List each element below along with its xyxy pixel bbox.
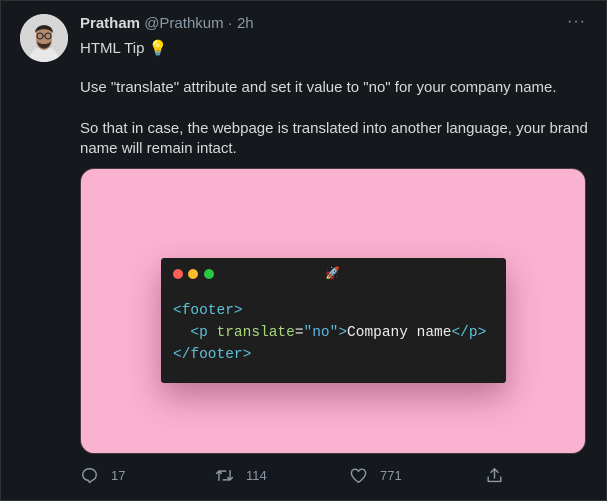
- window-close-dot: [173, 269, 183, 279]
- retweet-count: 114: [246, 467, 267, 483]
- window-maximize-dot: [204, 269, 214, 279]
- code-bracket: >: [338, 325, 348, 341]
- retweet-icon: [215, 469, 234, 481]
- retweet-button[interactable]: 114: [215, 463, 267, 487]
- code-p-open: <p: [190, 325, 208, 341]
- code-line-1: <footer>: [173, 303, 243, 319]
- reply-button[interactable]: 17: [80, 463, 125, 487]
- tweet-actions: 17 114 771: [80, 463, 590, 489]
- code-p-close: </p>: [451, 325, 487, 341]
- like-count: 771: [380, 467, 402, 483]
- code-block: <footer> <p translate="no">Company name<…: [173, 300, 486, 366]
- code-text: Company name: [347, 325, 452, 341]
- tweet-text-line-3: So that in case, the webpage is translat…: [80, 120, 588, 157]
- tweet-header: Pratham @Prathkum · 2h: [80, 15, 254, 32]
- code-attr: translate: [207, 325, 295, 341]
- avatar-image: [20, 14, 68, 62]
- window-minimize-dot: [188, 269, 198, 279]
- author-name[interactable]: Pratham: [80, 15, 140, 32]
- share-button[interactable]: [485, 463, 516, 487]
- reply-count: 17: [111, 467, 126, 483]
- code-attr-value: "no": [303, 325, 339, 341]
- tweet-text-line-1: HTML Tip 💡: [80, 40, 168, 57]
- heart-icon: [350, 467, 367, 483]
- code-eq: =: [294, 325, 304, 341]
- tweet-media-image[interactable]: 🚀 <footer> <p translate="no">Company nam…: [80, 168, 586, 454]
- tweet-card[interactable]: Pratham @Prathkum · 2h ··· HTML Tip 💡 Us…: [0, 0, 607, 501]
- author-handle[interactable]: @Prathkum: [144, 15, 223, 32]
- tweet-text-line-2: Use "translate" attribute and set it val…: [80, 79, 557, 96]
- reply-icon: [82, 467, 97, 483]
- share-icon: [487, 467, 502, 482]
- separator: ·: [227, 15, 233, 32]
- rocket-icon: 🚀: [325, 266, 340, 280]
- code-line-3: </footer>: [173, 347, 252, 363]
- like-button[interactable]: 771: [349, 463, 402, 487]
- tweet-time[interactable]: 2h: [237, 15, 254, 32]
- avatar[interactable]: [20, 14, 68, 62]
- code-window: 🚀 <footer> <p translate="no">Company nam…: [161, 258, 506, 383]
- more-options-icon[interactable]: ···: [567, 13, 585, 33]
